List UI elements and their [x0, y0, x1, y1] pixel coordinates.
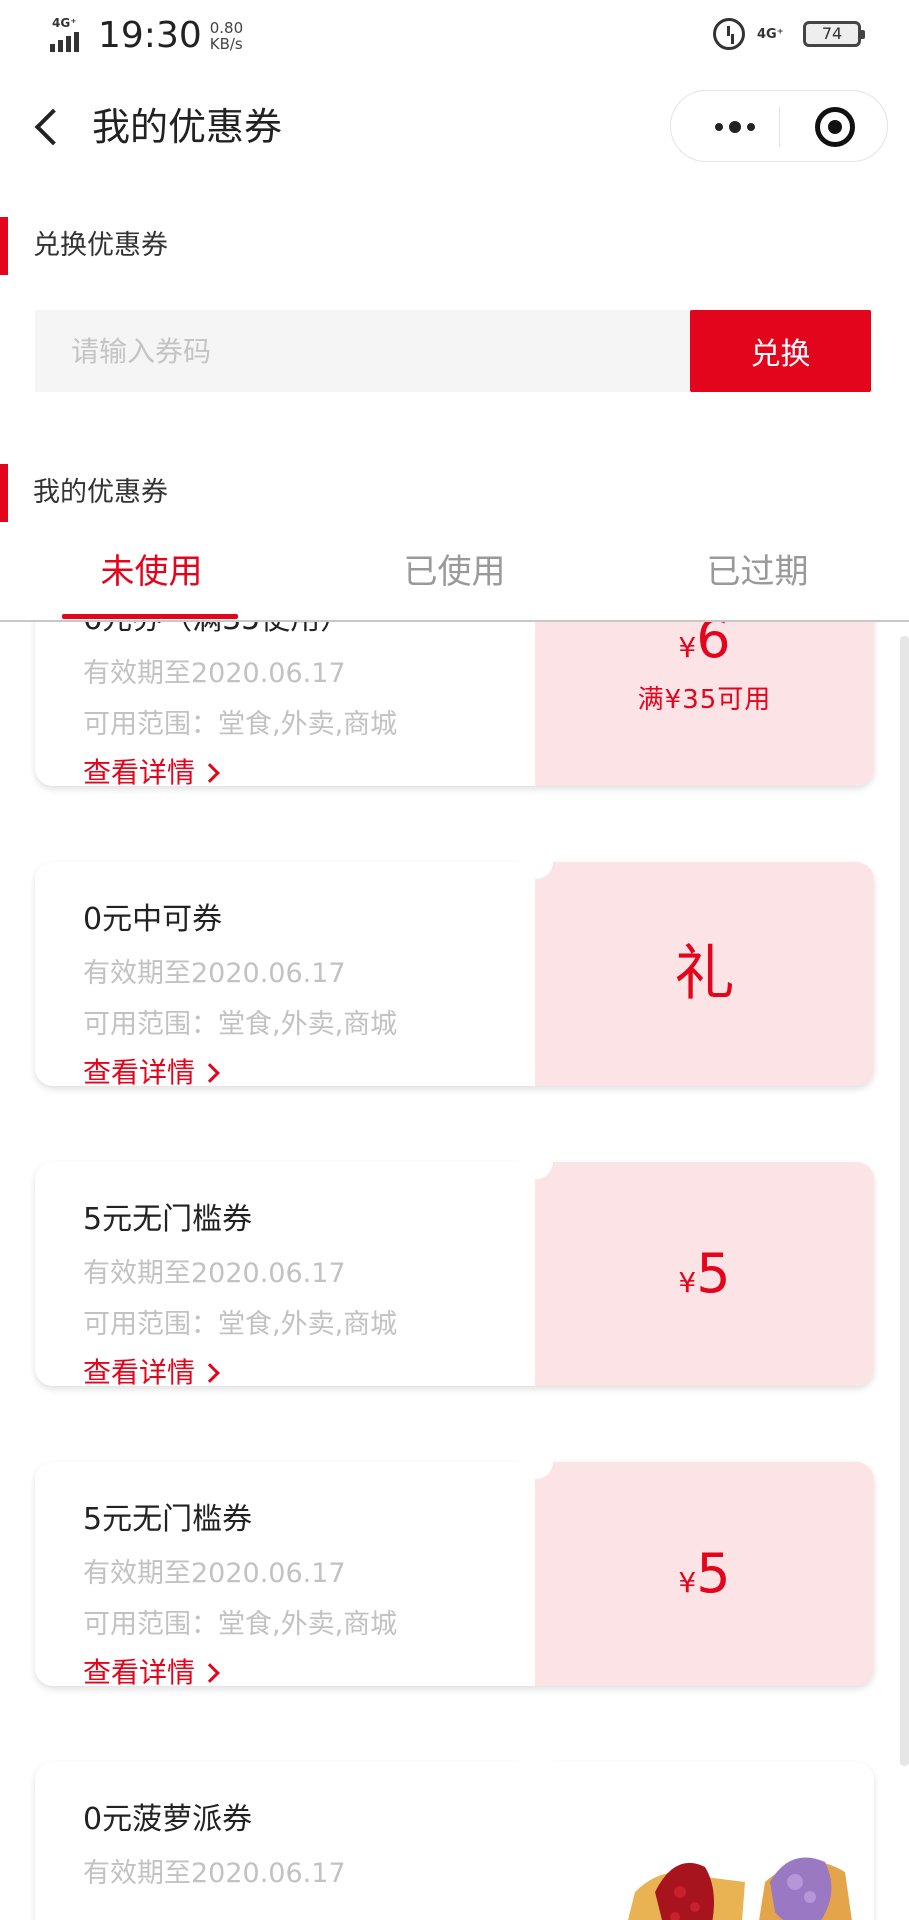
coupon-expiry: 有效期至2020.06.17 — [83, 1858, 346, 1889]
clock: 19:30 — [98, 15, 202, 56]
chevron-right-icon — [200, 1063, 220, 1083]
network-speed: 0.80 KB/s — [210, 20, 243, 52]
pineapple-pie-image — [628, 1857, 852, 1920]
chevron-right-icon — [200, 1363, 220, 1383]
ticket-notch — [519, 1145, 553, 1179]
view-details-link[interactable]: 查看详情 — [83, 1355, 220, 1386]
coupon-amount: ¥5 — [535, 1534, 874, 1627]
coupon-card[interactable]: 6元券（满35使用） 有效期至2020.06.17 可用范围：堂食,外卖,商城 … — [35, 622, 874, 786]
coupon-value-panel: ¥5 — [535, 1462, 874, 1686]
mini-program-capsule — [670, 90, 888, 162]
tab-expired[interactable]: 已过期 — [606, 530, 909, 620]
currency-symbol: ¥ — [678, 1566, 697, 1599]
battery-level: 74 — [821, 24, 843, 43]
battery-icon: 74 — [803, 21, 865, 47]
currency-symbol: ¥ — [678, 1266, 697, 1299]
coupon-amount: ¥6 — [535, 622, 874, 689]
coupon-title: 0元菠萝派券 — [83, 1802, 253, 1837]
view-details-link[interactable]: 查看详情 — [83, 755, 220, 786]
view-details-link[interactable]: 查看详情 — [83, 1055, 220, 1086]
coupon-card[interactable]: 5元无门槛券 有效期至2020.06.17 可用范围：堂食,外卖,商城 查看详情… — [35, 1462, 874, 1686]
active-tab-indicator — [62, 614, 238, 619]
view-details-label: 查看详情 — [83, 1356, 196, 1386]
amount-value: 5 — [696, 1542, 731, 1605]
speed-unit: KB/s — [209, 35, 243, 53]
tab-unused[interactable]: 未使用 — [0, 530, 303, 620]
signal-icon: 4G⁺ — [50, 14, 90, 54]
coupon-scope: 可用范围：堂食,外卖,商城 — [83, 1609, 398, 1640]
coupon-scope: 可用范围：堂食,外卖,商城 — [83, 1009, 398, 1040]
coupon-expiry: 有效期至2020.06.17 — [83, 958, 346, 989]
coupon-card[interactable]: 0元中可券 有效期至2020.06.17 可用范围：堂食,外卖,商城 查看详情 … — [35, 862, 874, 1086]
amount-value: 6 — [696, 622, 731, 670]
coupon-card[interactable]: 5元无门槛券 有效期至2020.06.17 可用范围：堂食,外卖,商城 查看详情… — [35, 1162, 874, 1386]
chevron-right-icon — [200, 1663, 220, 1683]
speed-value: 0.80 — [209, 19, 244, 37]
coupon-expiry: 有效期至2020.06.17 — [83, 1258, 346, 1289]
coupon-condition: 满¥35可用 — [637, 685, 772, 715]
view-details-label: 查看详情 — [83, 1656, 196, 1686]
capsule-divider — [779, 107, 780, 147]
ticket-notch — [519, 1745, 553, 1779]
scrollbar[interactable] — [900, 636, 909, 1766]
coupon-card[interactable]: 0元菠萝派券 有效期至2020.06.17 — [35, 1762, 874, 1920]
coupon-value-panel: 礼 — [535, 862, 874, 1086]
section-accent-bar — [0, 464, 8, 522]
view-details-label: 查看详情 — [83, 756, 196, 786]
target-icon[interactable] — [815, 107, 855, 147]
coupon-scope: 可用范围：堂食,外卖,商城 — [83, 1309, 398, 1340]
section-accent-bar — [0, 217, 8, 275]
ticket-notch — [519, 1445, 553, 1479]
network-type-right: 4G⁺ — [757, 26, 784, 42]
coupon-list[interactable]: 6元券（满35使用） 有效期至2020.06.17 可用范围：堂食,外卖,商城 … — [0, 622, 909, 1920]
redeem-form: 兑换 — [35, 310, 871, 392]
coupon-title: 6元券（满35使用） — [83, 622, 350, 640]
amount-value: 5 — [696, 1242, 731, 1305]
coupon-value-panel: ¥6 满¥35可用 — [535, 622, 874, 786]
coupon-scope: 可用范围：堂食,外卖,商城 — [83, 709, 398, 740]
view-details-label: 查看详情 — [83, 1056, 196, 1086]
alarm-icon — [713, 18, 745, 50]
gift-label: 礼 — [674, 939, 735, 1009]
coupon-value-panel: ¥5 — [535, 1162, 874, 1386]
ticket-notch — [519, 845, 553, 879]
coupon-title: 0元中可券 — [83, 902, 223, 937]
coupons-section-title: 我的优惠券 — [33, 477, 168, 508]
redeem-section-header: 兑换优惠券 — [0, 217, 909, 275]
view-details-link[interactable]: 查看详情 — [83, 1655, 220, 1686]
coupon-amount: ¥5 — [535, 1234, 874, 1327]
more-dots-icon[interactable] — [699, 91, 771, 163]
tab-used[interactable]: 已使用 — [303, 530, 606, 620]
currency-symbol: ¥ — [678, 631, 697, 664]
coupon-expiry: 有效期至2020.06.17 — [83, 658, 346, 689]
redeem-section-title: 兑换优惠券 — [33, 230, 168, 261]
coupons-section-header: 我的优惠券 — [0, 464, 909, 522]
coupon-title: 5元无门槛券 — [83, 1202, 253, 1237]
redeem-button[interactable]: 兑换 — [690, 310, 871, 392]
coupon-expiry: 有效期至2020.06.17 — [83, 1558, 346, 1589]
nav-bar: 我的优惠券 — [0, 72, 909, 182]
coupon-code-input[interactable] — [35, 310, 690, 392]
coupon-title: 5元无门槛券 — [83, 1502, 253, 1537]
back-chevron-icon[interactable] — [30, 104, 74, 148]
coupon-status-tabs: 未使用 已使用 已过期 — [0, 530, 909, 622]
page-title: 我的优惠券 — [92, 105, 283, 149]
status-bar: 4G⁺ 19:30 0.80 KB/s 4G⁺ 74 — [0, 0, 909, 72]
network-type-label: 4G⁺ — [52, 16, 77, 30]
chevron-right-icon — [200, 763, 220, 783]
